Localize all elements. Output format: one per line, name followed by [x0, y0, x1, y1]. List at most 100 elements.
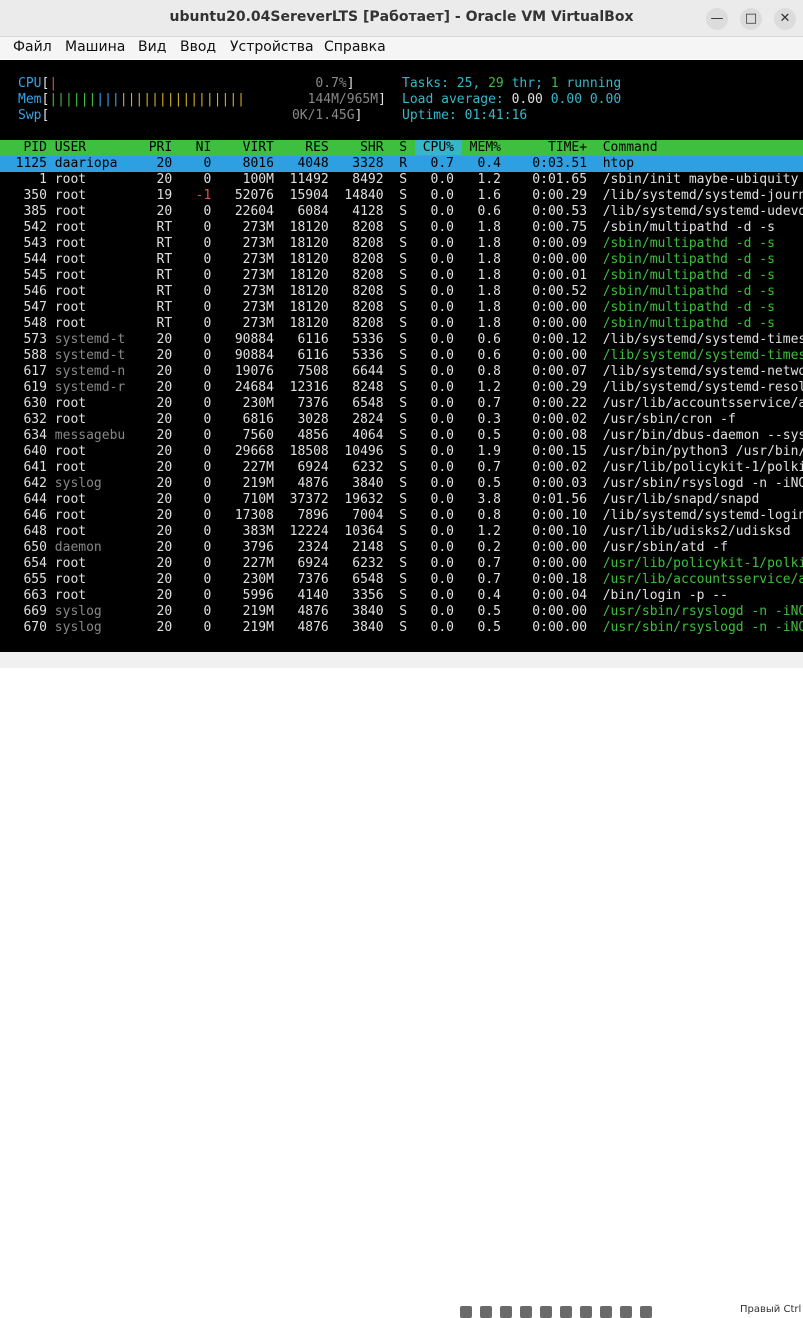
- process-row[interactable]: 642 syslog 20 0 219M 4876 3840 S 0.0 0.5…: [0, 476, 803, 492]
- process-row[interactable]: 547 root RT 0 273M 18120 8208 S 0.0 1.8 …: [0, 300, 803, 316]
- column-header-command[interactable]: Command: [595, 140, 658, 155]
- shared-folders-icon[interactable]: [560, 1306, 572, 1318]
- menu-devices[interactable]: Устройства: [230, 39, 314, 55]
- process-shr: 3356: [336, 588, 392, 603]
- process-row[interactable]: 641 root 20 0 227M 6924 6232 S 0.0 0.7 0…: [0, 460, 803, 476]
- process-row[interactable]: 548 root RT 0 273M 18120 8208 S 0.0 1.8 …: [0, 316, 803, 332]
- mouse-integration-icon[interactable]: [620, 1306, 632, 1318]
- process-row[interactable]: 670 syslog 20 0 219M 4876 3840 S 0.0 0.5…: [0, 620, 803, 636]
- process-pid: 542: [0, 220, 55, 235]
- process-s: S: [391, 620, 415, 635]
- process-res: 6924: [281, 556, 337, 571]
- menu-help[interactable]: Справка: [324, 39, 386, 55]
- video-capture-icon[interactable]: [600, 1306, 612, 1318]
- process-time: 0:00.22: [508, 396, 595, 411]
- process-virt: 219M: [219, 620, 282, 635]
- process-row[interactable]: 350 root 19 -1 52076 15904 14840 S 0.0 1…: [0, 188, 803, 204]
- menu-view[interactable]: Вид: [138, 39, 166, 55]
- process-row[interactable]: 648 root 20 0 383M 12224 10364 S 0.0 1.2…: [0, 524, 803, 540]
- optical-drive-icon[interactable]: [480, 1306, 492, 1318]
- process-row[interactable]: 542 root RT 0 273M 18120 8208 S 0.0 1.8 …: [0, 220, 803, 236]
- process-user: root: [54, 444, 141, 459]
- terminal-screen[interactable]: CPU[| 0.7%] Mem[||||||||||||||||||||||||…: [0, 60, 803, 652]
- column-header-s[interactable]: S: [391, 140, 414, 155]
- process-shr: 7004: [336, 508, 392, 523]
- column-header-cpu[interactable]: CPU%: [414, 140, 462, 155]
- process-row[interactable]: 634 messagebu 20 0 7560 4856 4064 S 0.0 …: [0, 428, 803, 444]
- column-header-shr[interactable]: SHR: [337, 140, 392, 155]
- column-header-pid[interactable]: PID: [0, 140, 55, 155]
- process-row[interactable]: 644 root 20 0 710M 37372 19632 S 0.0 3.8…: [0, 492, 803, 508]
- minimize-button[interactable]: —: [706, 8, 728, 30]
- process-row[interactable]: 632 root 20 0 6816 3028 2824 S 0.0 0.3 0…: [0, 412, 803, 428]
- process-row[interactable]: 669 syslog 20 0 219M 4876 3840 S 0.0 0.5…: [0, 604, 803, 620]
- network-icon[interactable]: [520, 1306, 532, 1318]
- process-user: root: [54, 396, 141, 411]
- process-pid: 617: [0, 364, 55, 379]
- process-pri: 20: [140, 412, 181, 427]
- process-row[interactable]: 640 root 20 0 29668 18508 10496 S 0.0 1.…: [0, 444, 803, 460]
- process-user: root: [54, 412, 141, 427]
- menu-machine[interactable]: Машина: [65, 39, 125, 55]
- audio-icon[interactable]: [500, 1306, 512, 1318]
- process-time: 0:00.00: [508, 348, 595, 363]
- process-row[interactable]: 663 root 20 0 5996 4140 3356 S 0.0 0.4 0…: [0, 588, 803, 604]
- column-header-ni[interactable]: NI: [180, 140, 219, 155]
- column-header-res[interactable]: RES: [282, 140, 337, 155]
- usb-icon[interactable]: [540, 1306, 552, 1318]
- hdd-icon[interactable]: [460, 1306, 472, 1318]
- process-user: root: [54, 300, 141, 315]
- process-row[interactable]: 646 root 20 0 17308 7896 7004 S 0.0 0.8 …: [0, 508, 803, 524]
- process-ni: 0: [180, 300, 220, 315]
- process-row[interactable]: 655 root 20 0 230M 7376 6548 S 0.0 0.7 0…: [0, 572, 803, 588]
- process-row[interactable]: 654 root 20 0 227M 6924 6232 S 0.0 0.7 0…: [0, 556, 803, 572]
- process-user: root: [54, 188, 141, 203]
- process-row[interactable]: 385 root 20 0 22604 6084 4128 S 0.0 0.6 …: [0, 204, 803, 220]
- process-cpu: 0.0: [414, 252, 462, 267]
- process-row[interactable]: 630 root 20 0 230M 7376 6548 S 0.0 0.7 0…: [0, 396, 803, 412]
- process-cmd: /lib/systemd/systemd-timesyncd: [602, 332, 803, 347]
- process-mem: 0.7: [461, 396, 509, 411]
- process-row[interactable]: 573 systemd-t 20 0 90884 6116 5336 S 0.0…: [0, 332, 803, 348]
- process-pid: 545: [0, 268, 55, 283]
- close-button[interactable]: ✕: [774, 8, 796, 30]
- process-user: root: [54, 204, 141, 219]
- process-cmd: /usr/lib/accountsservice/accounts-d: [602, 572, 803, 587]
- process-row[interactable]: 543 root RT 0 273M 18120 8208 S 0.0 1.8 …: [0, 236, 803, 252]
- process-pid: 588: [0, 348, 55, 363]
- process-row[interactable]: 588 systemd-t 20 0 90884 6116 5336 S 0.0…: [0, 348, 803, 364]
- process-user: root: [54, 236, 141, 251]
- process-table-header[interactable]: PID USER PRI NI VIRT RES SHR S CPU% MEM%…: [0, 140, 803, 156]
- load-average: Load average: 0.00 0.00 0.00: [402, 92, 622, 107]
- process-row[interactable]: 544 root RT 0 273M 18120 8208 S 0.0 1.8 …: [0, 252, 803, 268]
- process-user: systemd-t: [54, 332, 141, 347]
- process-pid: 634: [0, 428, 55, 443]
- process-row[interactable]: 619 systemd-r 20 0 24684 12316 8248 S 0.…: [0, 380, 803, 396]
- column-header-mem[interactable]: MEM%: [462, 140, 509, 155]
- process-cmd: /sbin/multipathd -d -s: [594, 316, 775, 331]
- process-row[interactable]: 617 systemd-n 20 0 19076 7508 6644 S 0.0…: [0, 364, 803, 380]
- process-user: root: [54, 268, 141, 283]
- maximize-button[interactable]: □: [740, 8, 762, 30]
- process-cmd: /usr/bin/dbus-daemon --system --add: [602, 428, 803, 443]
- column-header-pri[interactable]: PRI: [141, 140, 180, 155]
- process-virt: 3796: [219, 540, 282, 555]
- process-ni: 0: [180, 492, 220, 507]
- process-row[interactable]: 1 root 20 0 100M 11492 8492 S 0.0 1.2 0:…: [0, 172, 803, 188]
- process-row[interactable]: 546 root RT 0 273M 18120 8208 S 0.0 1.8 …: [0, 284, 803, 300]
- process-row[interactable]: 545 root RT 0 273M 18120 8208 S 0.0 1.8 …: [0, 268, 803, 284]
- process-row[interactable]: 650 daemon 20 0 3796 2324 2148 S 0.0 0.2…: [0, 540, 803, 556]
- column-header-time[interactable]: TIME+: [509, 140, 595, 155]
- column-header-user[interactable]: USER: [55, 140, 141, 155]
- column-header-virt[interactable]: VIRT: [219, 140, 282, 155]
- display-icon[interactable]: [580, 1306, 592, 1318]
- keyboard-icon[interactable]: [640, 1306, 652, 1318]
- process-row[interactable]: 1125 daariopa 20 0 8016 4048 3328 R 0.7 …: [0, 156, 803, 172]
- process-res: 7376: [281, 396, 337, 411]
- process-shr: 3840: [336, 604, 392, 619]
- uptime: Uptime: 01:41:16: [402, 108, 528, 123]
- menu-file[interactable]: Файл: [13, 39, 52, 55]
- menu-input[interactable]: Ввод: [180, 39, 216, 55]
- process-ni: 0: [180, 412, 220, 427]
- process-cpu: 0.0: [414, 604, 462, 619]
